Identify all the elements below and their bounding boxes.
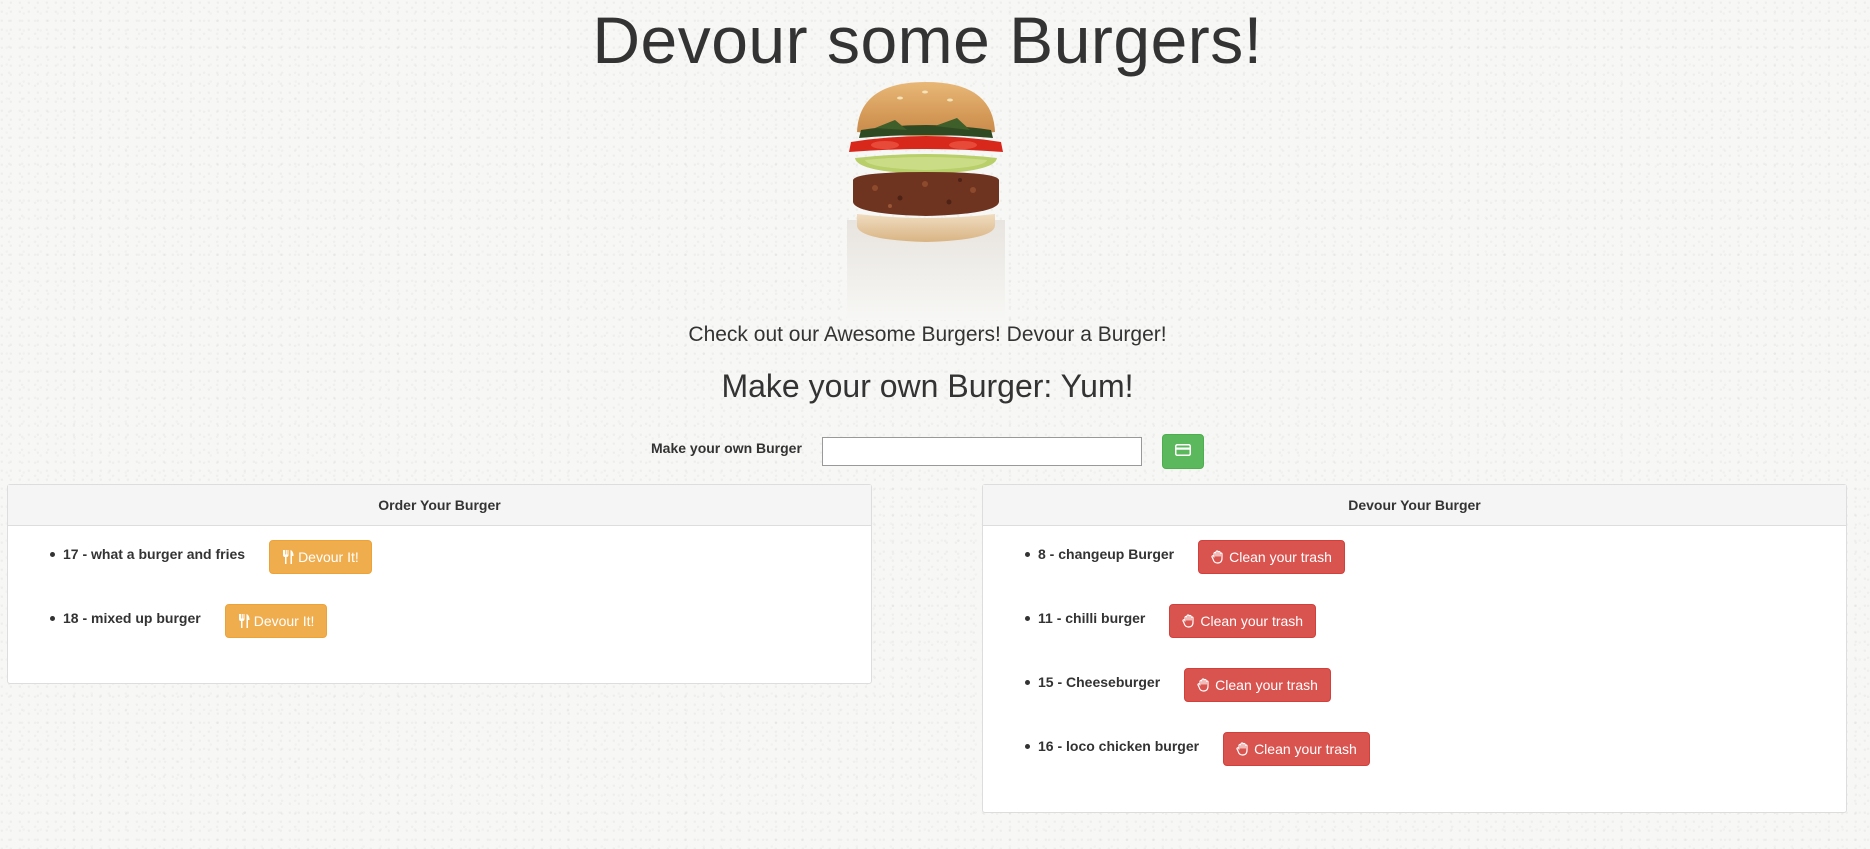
burger-label: 15 - Cheeseburger	[1038, 674, 1161, 690]
list-item: 16 - loco chicken burger Clean your tras…	[1025, 732, 1846, 796]
clean-trash-label: Clean your trash	[1254, 741, 1357, 757]
burger-label: 16 - loco chicken burger	[1038, 738, 1200, 754]
devour-button-label: Devour It!	[298, 549, 359, 565]
hand-icon	[1197, 678, 1211, 692]
tagline: Check out our Awesome Burgers! Devour a …	[688, 323, 1167, 346]
form-title: Make your own Burger: Yum!	[721, 368, 1134, 404]
list-item: 11 - chilli burger Clean your trash	[1025, 604, 1846, 668]
devour-button[interactable]: Devour It!	[224, 604, 328, 638]
clean-trash-label: Clean your trash	[1229, 549, 1332, 565]
clean-trash-label: Clean your trash	[1200, 613, 1304, 629]
clean-trash-label: Clean your trash	[1215, 677, 1318, 693]
devour-button[interactable]: Devour It!	[269, 540, 372, 574]
clean-trash-button[interactable]: Clean your trash	[1198, 540, 1345, 574]
burger-label: 8 - changeup Burger	[1038, 546, 1175, 562]
hand-icon	[1211, 550, 1225, 564]
clean-trash-button[interactable]: Clean your trash	[1223, 732, 1370, 766]
burger-label: 17 - what a burger and fries	[63, 546, 246, 562]
cutlery-icon	[282, 550, 294, 564]
page-title: Devour some Burgers!	[592, 3, 1263, 77]
clean-trash-button[interactable]: Clean your trash	[1184, 668, 1331, 702]
hand-icon	[1182, 614, 1196, 628]
list-item: 15 - Cheeseburger Clean your trash	[1025, 668, 1846, 732]
cutlery-icon	[238, 614, 250, 628]
order-list: 17 - what a burger and fries Devour It! …	[50, 540, 871, 668]
order-panel: Order Your Burger 17 - what a burger and…	[7, 484, 872, 684]
burger-name-input[interactable]	[822, 437, 1142, 466]
list-item: 8 - changeup Burger Clean your trash	[1025, 540, 1846, 604]
hand-icon	[1236, 742, 1250, 756]
burger-name-label: Make your own Burger	[651, 440, 802, 456]
devour-panel: Devour Your Burger 8 - changeup Burger C…	[982, 484, 1847, 813]
burger-label: 18 - mixed up burger	[63, 610, 201, 626]
devour-panel-heading: Devour Your Burger	[983, 485, 1846, 526]
list-item: 17 - what a burger and fries Devour It!	[50, 540, 871, 604]
devoured-list: 8 - changeup Burger Clean your trash 11 …	[1025, 540, 1846, 796]
devour-button-label: Devour It!	[253, 613, 315, 629]
burger-label: 11 - chilli burger	[1038, 610, 1146, 626]
add-burger-button[interactable]	[1162, 434, 1204, 469]
credit-card-icon	[1175, 443, 1191, 461]
burger-image	[845, 80, 1007, 320]
clean-trash-button[interactable]: Clean your trash	[1169, 604, 1317, 638]
list-item: 18 - mixed up burger Devour It!	[50, 604, 871, 668]
order-panel-heading: Order Your Burger	[8, 485, 871, 526]
